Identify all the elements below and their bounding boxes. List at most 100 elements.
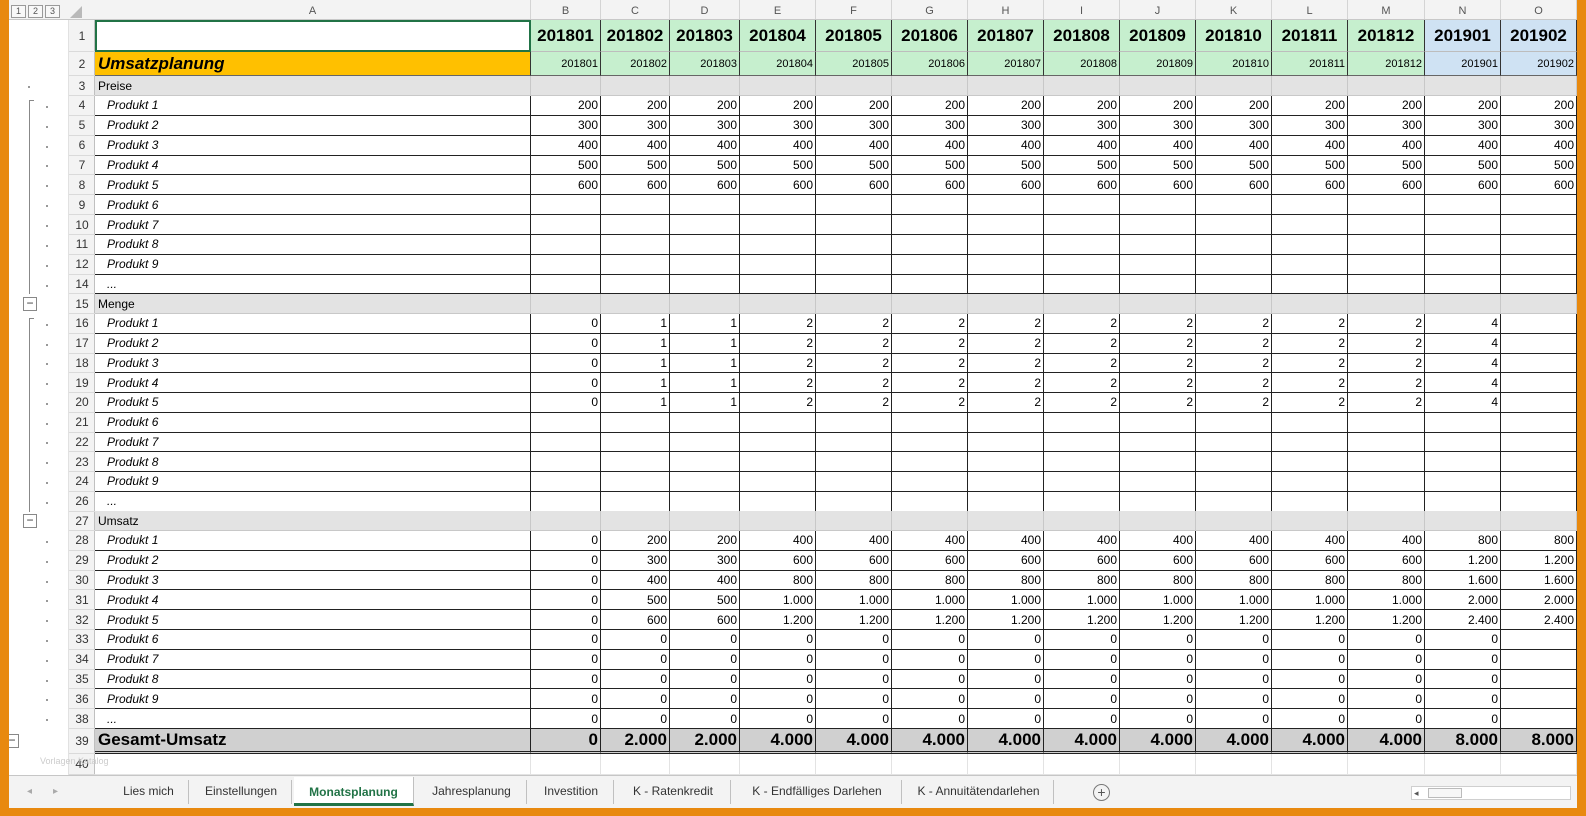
value-cell[interactable]: 4.000 (1044, 729, 1120, 754)
value-cell[interactable]: 600 (1272, 550, 1348, 571)
value-cell[interactable]: 0 (601, 649, 670, 670)
value-cell[interactable]: 1 (601, 353, 670, 374)
value-cell[interactable]: 0 (601, 669, 670, 690)
value-cell[interactable] (1120, 412, 1196, 433)
value-cell[interactable]: 600 (601, 610, 670, 630)
scroll-left-icon[interactable]: ◂ (1414, 788, 1419, 799)
value-cell[interactable]: 200 (1196, 96, 1272, 116)
value-cell[interactable] (1425, 452, 1501, 472)
period-subheader-cell[interactable]: 201808 (1044, 52, 1120, 76)
tab-k-ratenkredit[interactable]: K - Ratenkredit (616, 780, 731, 804)
value-cell[interactable]: 400 (1120, 135, 1196, 156)
value-cell[interactable] (1425, 195, 1501, 216)
value-cell[interactable]: 600 (1348, 550, 1425, 571)
period-subheader-cell[interactable]: 201804 (740, 52, 816, 76)
value-cell[interactable] (1272, 452, 1348, 472)
value-cell[interactable] (670, 511, 740, 531)
value-cell[interactable] (1196, 412, 1272, 433)
value-cell[interactable] (531, 234, 601, 255)
tab-k-endfälliges-darlehen[interactable]: K - Endfälliges Darlehen (733, 780, 902, 804)
value-cell[interactable]: 0 (670, 669, 740, 690)
value-cell[interactable]: 0 (670, 649, 740, 670)
value-cell[interactable]: 0 (1044, 689, 1120, 710)
value-cell[interactable] (1501, 373, 1577, 393)
column-header-o[interactable]: O (1501, 0, 1577, 19)
value-cell[interactable] (1272, 274, 1348, 295)
value-cell[interactable]: 400 (968, 531, 1044, 551)
value-cell[interactable] (1272, 511, 1348, 531)
value-cell[interactable] (816, 412, 892, 433)
value-cell[interactable]: 1.000 (892, 590, 968, 611)
column-header-c[interactable]: C (601, 0, 670, 19)
row-header-9[interactable]: 9 (69, 195, 95, 216)
value-cell[interactable]: 600 (1272, 175, 1348, 196)
value-cell[interactable] (1196, 215, 1272, 235)
value-cell[interactable] (1425, 274, 1501, 295)
value-cell[interactable]: 2 (740, 373, 816, 393)
value-cell[interactable] (968, 452, 1044, 472)
value-cell[interactable] (1348, 234, 1425, 255)
value-cell[interactable]: 0 (968, 689, 1044, 710)
value-cell[interactable] (1120, 195, 1196, 216)
value-cell[interactable] (740, 452, 816, 472)
value-cell[interactable]: 0 (1044, 669, 1120, 690)
value-cell[interactable]: 800 (892, 570, 968, 591)
value-cell[interactable] (1120, 432, 1196, 453)
row-header-12[interactable]: 12 (69, 255, 95, 275)
value-cell[interactable] (1044, 234, 1120, 255)
value-cell[interactable] (740, 412, 816, 433)
value-cell[interactable]: 600 (816, 175, 892, 196)
value-cell[interactable]: 4.000 (1196, 729, 1272, 754)
row-label-cell[interactable]: Produkt 6 (95, 195, 531, 216)
value-cell[interactable]: 0 (740, 689, 816, 710)
value-cell[interactable]: 300 (1196, 115, 1272, 136)
row-header-30[interactable]: 30 (69, 571, 95, 591)
row-header-24[interactable]: 24 (69, 472, 95, 492)
value-cell[interactable]: 600 (892, 550, 968, 571)
value-cell[interactable] (1348, 254, 1425, 275)
value-cell[interactable]: 0 (531, 590, 601, 611)
value-cell[interactable]: 0 (531, 669, 601, 690)
value-cell[interactable] (968, 234, 1044, 255)
value-cell[interactable]: 500 (601, 155, 670, 176)
value-cell[interactable]: 800 (968, 570, 1044, 591)
value-cell[interactable]: 400 (1348, 135, 1425, 156)
row-header-3[interactable]: 3 (69, 76, 95, 96)
value-cell[interactable]: 0 (1272, 669, 1348, 690)
value-cell[interactable]: 800 (1348, 570, 1425, 591)
value-cell[interactable] (1348, 294, 1425, 314)
value-cell[interactable]: 800 (1120, 570, 1196, 591)
value-cell[interactable] (531, 472, 601, 492)
value-cell[interactable] (670, 215, 740, 235)
value-cell[interactable] (1044, 274, 1120, 295)
tab-einstellungen[interactable]: Einstellungen (191, 780, 292, 804)
value-cell[interactable]: 1.000 (740, 590, 816, 611)
value-cell[interactable] (1272, 294, 1348, 314)
value-cell[interactable]: 2 (1044, 373, 1120, 393)
value-cell[interactable]: 300 (601, 115, 670, 136)
value-cell[interactable] (968, 472, 1044, 492)
value-cell[interactable] (601, 274, 670, 295)
value-cell[interactable]: 2 (1272, 393, 1348, 413)
value-cell[interactable]: 2.000 (601, 729, 670, 754)
value-cell[interactable]: 1.000 (1196, 590, 1272, 611)
value-cell[interactable] (531, 195, 601, 216)
value-cell[interactable]: 200 (601, 96, 670, 116)
value-cell[interactable]: 1 (670, 393, 740, 413)
value-cell[interactable] (1501, 215, 1577, 235)
value-cell[interactable]: 0 (531, 373, 601, 393)
value-cell[interactable]: 600 (740, 175, 816, 196)
value-cell[interactable]: 0 (531, 393, 601, 413)
row-header-22[interactable]: 22 (69, 433, 95, 453)
value-cell[interactable]: 300 (531, 115, 601, 136)
period-header-cell[interactable]: 201807 (968, 20, 1044, 52)
value-cell[interactable]: 600 (670, 175, 740, 196)
column-header-e[interactable]: E (740, 0, 816, 19)
value-cell[interactable]: 1.000 (1348, 590, 1425, 611)
value-cell[interactable]: 600 (1120, 550, 1196, 571)
value-cell[interactable] (1120, 215, 1196, 235)
value-cell[interactable] (1272, 412, 1348, 433)
value-cell[interactable]: 2 (1348, 314, 1425, 334)
value-cell[interactable] (1348, 215, 1425, 235)
value-cell[interactable]: 300 (892, 115, 968, 136)
